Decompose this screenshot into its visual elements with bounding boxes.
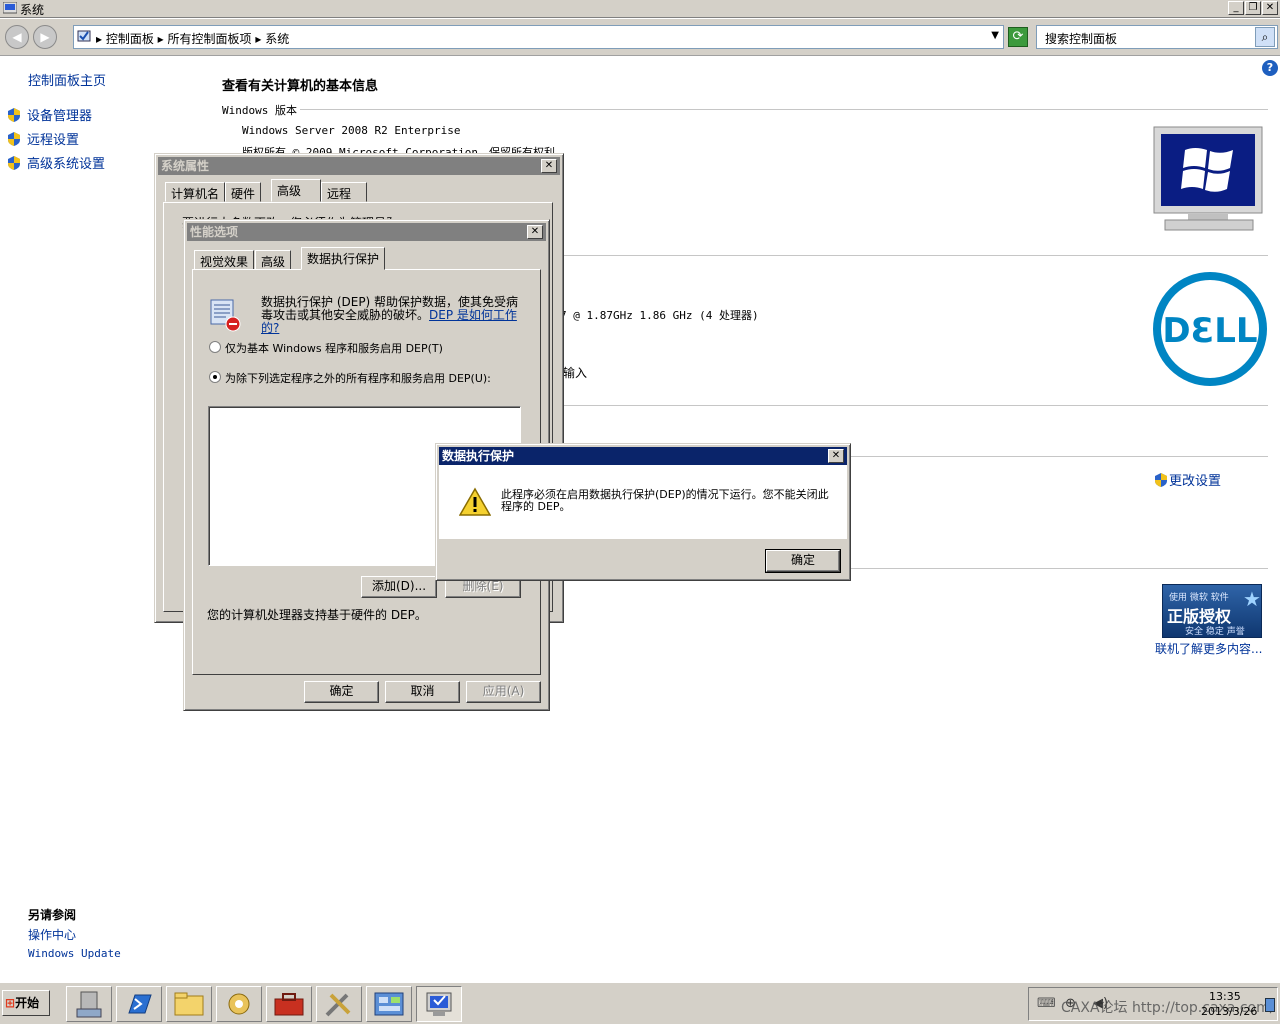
section-windows-edition: Windows 版本 [222, 104, 297, 117]
address-bar[interactable]: ▸ 控制面板 ▸ 所有控制面板项 ▸ 系统 ▼ [73, 25, 1004, 49]
add-button[interactable]: 添加(D)... [361, 576, 437, 598]
change-settings-link[interactable]: 更改设置 [1155, 470, 1221, 489]
dialog-titlebar: 系统属性 ✕ [158, 157, 560, 175]
cancel-button[interactable]: 取消 [385, 681, 460, 703]
divider [300, 109, 1268, 110]
window-titlebar: 系统 _ ❐ ✕ [0, 0, 1280, 18]
search-placeholder: 搜索控制面板 [1045, 32, 1118, 46]
divider [560, 405, 1268, 406]
dialog-titlebar: 数据执行保护 ✕ [439, 447, 847, 465]
ok-button[interactable]: 确定 [304, 681, 379, 703]
settings-gear-icon[interactable] [216, 986, 262, 1022]
server-manager-icon[interactable] [66, 986, 112, 1022]
close-button[interactable]: ✕ [828, 449, 844, 463]
pen-touch-text: 输入 [563, 366, 588, 380]
system-tray: ⌨ ⊕ ◀) CAXA论坛 http://top.caxa.com/ 13:35… [1028, 987, 1278, 1021]
control-panel-taskbar-icon[interactable] [366, 986, 412, 1022]
uac-shield-icon [8, 108, 20, 122]
forward-button[interactable]: ▶ [33, 25, 57, 49]
radio-all-except[interactable] [209, 371, 221, 383]
tab-visual-effects[interactable]: 视觉效果 [194, 250, 255, 270]
crumb-all-items[interactable]: 所有控制面板项 [168, 32, 252, 46]
system-window-taskbar-icon[interactable] [416, 986, 462, 1022]
tools-icon[interactable] [316, 986, 362, 1022]
see-also-heading: 另请参阅 [28, 908, 77, 922]
alert-message: 此程序必须在启用数据执行保护(DEP)的情况下运行。您不能关闭此程序的 DEP。 [501, 488, 829, 513]
restore-button[interactable]: ❐ [1245, 1, 1261, 15]
toolbox-icon[interactable] [266, 986, 312, 1022]
warning-icon [459, 487, 491, 516]
tab-advanced[interactable]: 高级 [255, 250, 292, 270]
page-title: 查看有关计算机的基本信息 [222, 79, 379, 94]
windows-flag-icon: ⊞ [5, 996, 16, 1010]
dialog-titlebar: 性能选项 ✕ [187, 223, 546, 241]
divider [850, 456, 1268, 457]
chevron-down-icon[interactable]: ▼ [991, 30, 999, 41]
crumb-system[interactable]: 系统 [265, 32, 289, 46]
explorer-folder-icon[interactable] [166, 986, 212, 1022]
close-window-button[interactable]: ✕ [1262, 1, 1278, 15]
clock-time[interactable]: 13:35 [1209, 990, 1241, 1003]
crumb-control-panel[interactable]: 控制面板 [106, 32, 154, 46]
back-button[interactable]: ◀ [5, 25, 29, 49]
hw-support-text: 您的计算机处理器支持基于硬件的 DEP。 [207, 608, 427, 622]
breadcrumb: ▸ 控制面板 ▸ 所有控制面板项 ▸ 系统 [96, 32, 290, 46]
action-center-link[interactable]: 操作中心 [28, 926, 76, 943]
control-panel-icon [77, 30, 91, 42]
edition-text: Windows Server 2008 R2 Enterprise [242, 124, 461, 137]
close-button[interactable]: ✕ [541, 159, 557, 173]
dialog-title: 数据执行保护 [442, 449, 515, 463]
address-toolbar: ◀ ▶ ▸ 控制面板 ▸ 所有控制面板项 ▸ 系统 ▼ ⟳ 搜索控制面板 ⌕ [0, 19, 1280, 56]
apply-button[interactable]: 应用(A) [466, 681, 541, 703]
keyboard-icon[interactable]: ⌨ [1037, 996, 1056, 1011]
sidebar-item-advanced-system-settings[interactable]: 高级系统设置 [8, 153, 105, 172]
show-desktop-button[interactable] [1265, 998, 1275, 1012]
alert-body: 此程序必须在启用数据执行保护(DEP)的情况下运行。您不能关闭此程序的 DEP。 [439, 465, 847, 539]
dialog-title: 性能选项 [190, 225, 239, 239]
windows-update-link[interactable]: Windows Update [28, 947, 121, 960]
divider [560, 255, 1268, 256]
sidebar-item-device-manager[interactable]: 设备管理器 [8, 105, 92, 124]
help-icon[interactable]: ? [1262, 60, 1278, 76]
powershell-icon[interactable] [116, 986, 162, 1022]
start-button[interactable]: ⊞开始 [2, 990, 50, 1016]
ok-button[interactable]: 确定 [765, 549, 841, 573]
control-panel-home-link[interactable]: 控制面板主页 [28, 70, 106, 89]
radio-essential-label: 仅为基本 Windows 程序和服务启用 DEP(T) [225, 342, 443, 355]
dialog-title: 系统属性 [161, 159, 210, 173]
clock-date[interactable]: 2013/3/26 [1201, 1005, 1257, 1018]
learn-more-link[interactable]: 联机了解更多内容... [1155, 640, 1262, 657]
taskbar: ⊞开始 ⌨ ⊕ ◀) CAXA论坛 http://top.caxa.com/ 1… [0, 982, 1280, 1024]
refresh-icon[interactable]: ⟳ [1008, 27, 1028, 47]
search-input[interactable]: 搜索控制面板 ⌕ [1036, 25, 1278, 49]
windows-logo [1153, 126, 1265, 236]
svg-text:DƐLL: DƐLL [1162, 311, 1257, 351]
processor-text: 7 @ 1.87GHz 1.86 GHz (4 处理器) [560, 309, 759, 322]
genuine-badge[interactable]: 使用 微软 软件 正版授权 安全 稳定 声誉 ★ [1162, 584, 1262, 638]
uac-shield-icon [8, 132, 20, 146]
tab-dep[interactable]: 数据执行保护 [301, 247, 386, 270]
divider [850, 568, 1268, 569]
uac-shield-icon [8, 156, 20, 170]
search-icon[interactable]: ⌕ [1255, 27, 1275, 47]
tab-advanced[interactable]: 高级 [271, 179, 321, 202]
dell-logo: DƐLL [1151, 270, 1269, 388]
minimize-button[interactable]: _ [1228, 1, 1244, 15]
tab-hardware[interactable]: 硬件 [225, 182, 262, 202]
uac-shield-icon [1155, 473, 1167, 487]
radio-all-except-label: 为除下列选定程序之外的所有程序和服务启用 DEP(U): [225, 372, 491, 385]
dep-description: 数据执行保护 (DEP) 帮助保护数据，使其免受病毒攻击或其他安全威胁的破坏。D… [261, 295, 519, 335]
star-icon: ★ [1243, 587, 1261, 611]
system-icon [3, 2, 17, 14]
dep-alert-dialog: 数据执行保护 ✕ 此程序必须在启用数据执行保护(DEP)的情况下运行。您不能关闭… [435, 443, 851, 581]
radio-essential-only[interactable] [209, 341, 221, 353]
tab-remote[interactable]: 远程 [321, 182, 367, 202]
window-title: 系统 [20, 3, 45, 17]
close-button[interactable]: ✕ [527, 225, 543, 239]
dep-icon [210, 299, 241, 332]
tab-computer-name[interactable]: 计算机名 [165, 182, 226, 202]
sidebar-item-remote-settings[interactable]: 远程设置 [8, 129, 79, 148]
